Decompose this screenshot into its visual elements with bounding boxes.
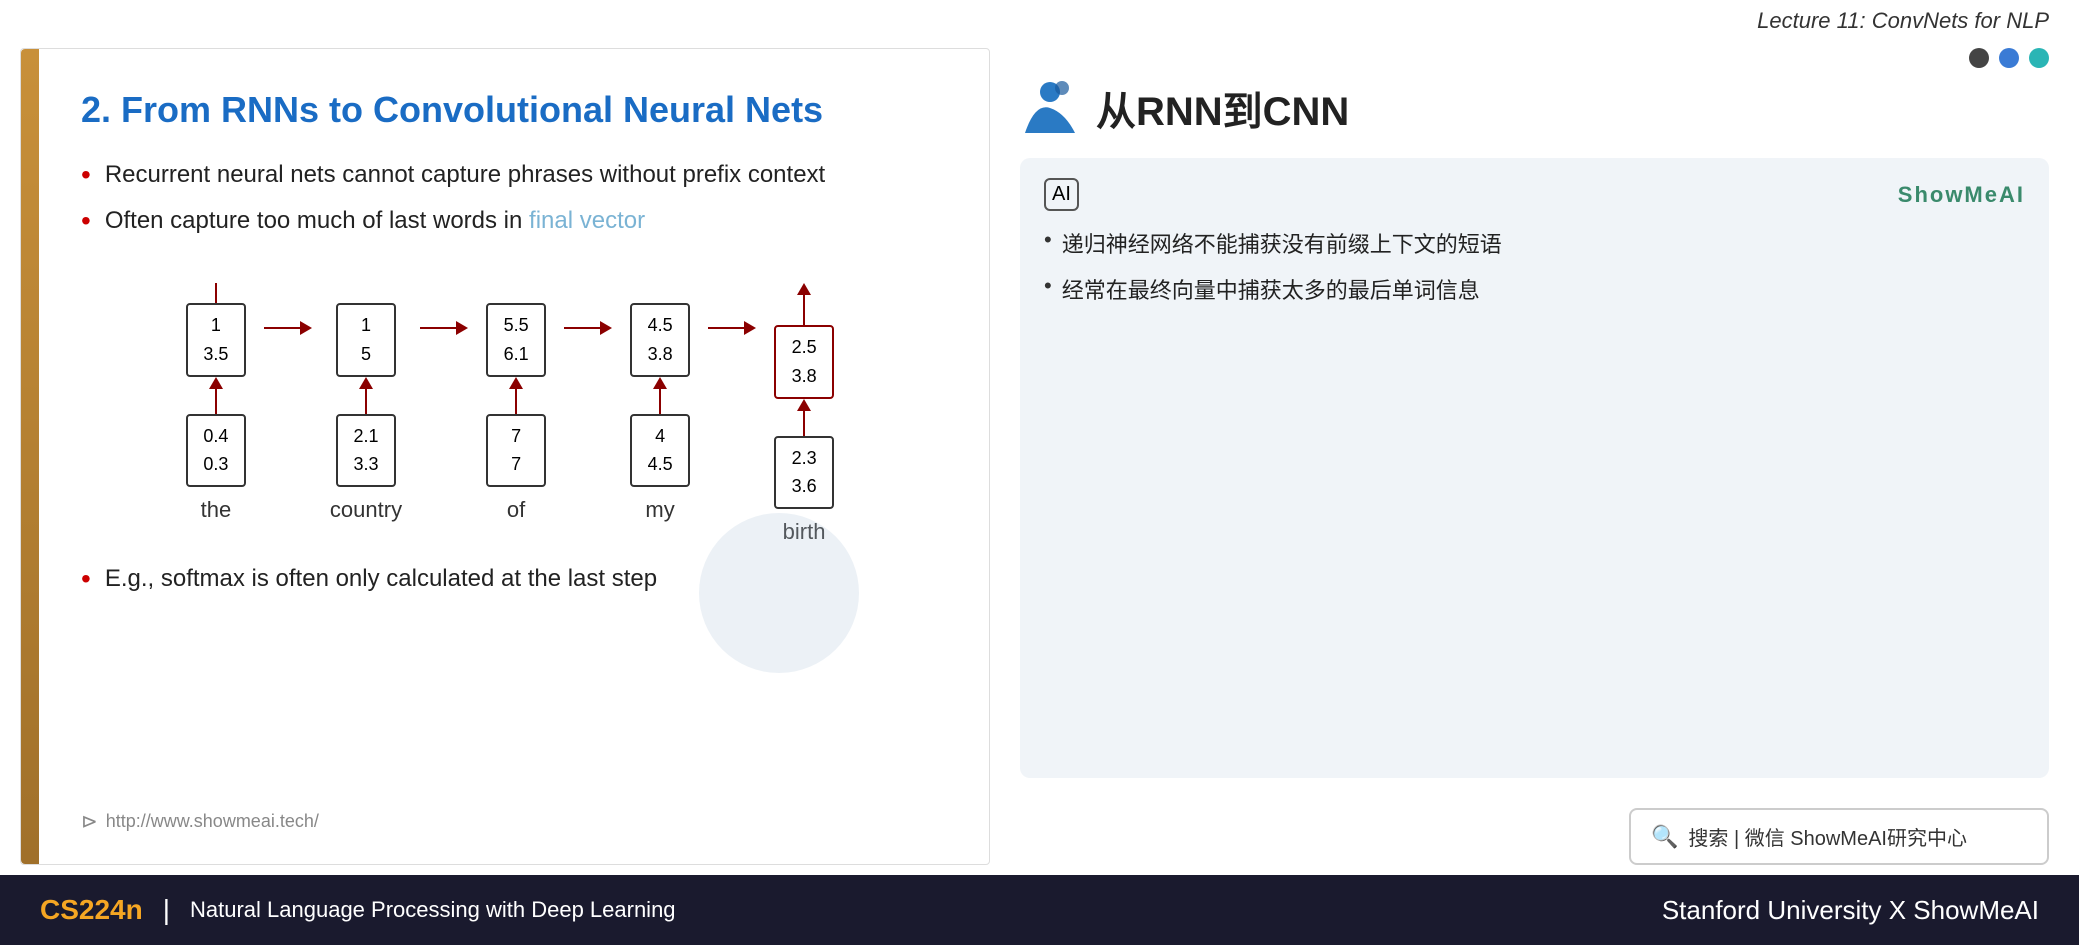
arrow-up-the-top (215, 283, 217, 303)
ai-icon: AI (1044, 178, 1079, 211)
search-bar: 🔍 搜索 | 微信 ShowMeAI研究中心 (1020, 808, 2049, 865)
h-arrow-4 (708, 321, 756, 335)
slide-title: 2. From RNNs to Convolutional Neural Net… (81, 89, 939, 131)
hidden-my: 4.53.8 (630, 303, 690, 377)
embed-the: 0.40.3 (186, 414, 246, 488)
bullet-item-1: Recurrent neural nets cannot capture phr… (81, 161, 939, 191)
slide-left-bar (21, 49, 39, 864)
hidden-the: 13.5 (186, 303, 246, 377)
showmeai-card: AI ShowMeAI 递归神经网络不能捕获没有前缀上下文的短语 经常在最终向量… (1020, 158, 2049, 778)
rnn-col-my: 4.53.8 44.5 my (630, 283, 690, 523)
main-content: 2. From RNNs to Convolutional Neural Net… (0, 38, 2079, 875)
dot-2 (1999, 48, 2019, 68)
footer-divider: | (163, 894, 170, 926)
card-header: AI ShowMeAI (1044, 178, 2025, 211)
dot-3 (2029, 48, 2049, 68)
footer-course: CS224n (40, 894, 143, 926)
hidden-of: 5.56.1 (486, 303, 546, 377)
arrow-birth-top (797, 283, 811, 325)
footer-left: CS224n | Natural Language Processing wit… (40, 894, 676, 926)
chinese-bullet-1: 递归神经网络不能捕获没有前缀上下文的短语 (1044, 227, 2025, 259)
footer-course-title: Natural Language Processing with Deep Le… (190, 897, 676, 923)
lecture-header: Lecture 11: ConvNets for NLP (0, 0, 2079, 38)
rnn-diagram: 13.5 0.40.3 the (81, 283, 939, 545)
dot-1 (1969, 48, 1989, 68)
cursor-icon: ⊳ (81, 809, 98, 834)
h-arrow-3 (564, 321, 612, 335)
footer: CS224n | Natural Language Processing wit… (0, 875, 2079, 945)
right-panel: 从RNN到CNN AI ShowMeAI 递归神经网络不能捕获没有前缀上下文的短… (1010, 38, 2079, 875)
showmeai-brand: ShowMeAI (1898, 182, 2025, 208)
final-vector-highlight: final vector (529, 207, 645, 234)
arrow-birth-up (797, 399, 811, 436)
hidden-country: 15 (336, 303, 396, 377)
word-of: of (507, 497, 525, 523)
arrow-the-up (209, 377, 223, 414)
bullet-2-text: Often capture too much of last words in … (105, 207, 645, 235)
arrow-country-up (359, 377, 373, 414)
slide-url: ⊳ http://www.showmeai.tech/ (81, 809, 939, 834)
arrow-my-up (653, 377, 667, 414)
bullet-item-3: E.g., softmax is often only calculated a… (81, 565, 939, 595)
rnn-col-of: 5.56.1 77 of (486, 283, 546, 523)
lecture-title: Lecture 11: ConvNets for NLP (1757, 8, 2049, 33)
rnn-col-country: 15 2.13.3 country (330, 283, 402, 523)
arrow-of-up (509, 377, 523, 414)
footer-right: Stanford University X ShowMeAI (1662, 895, 2039, 926)
search-input-box[interactable]: 🔍 搜索 | 微信 ShowMeAI研究中心 (1629, 808, 2049, 865)
bullet-3-text: E.g., softmax is often only calculated a… (105, 565, 657, 593)
embed-of: 77 (486, 414, 546, 488)
top-dots (1020, 48, 2049, 68)
bullet-list: Recurrent neural nets cannot capture phr… (81, 161, 939, 253)
word-birth: birth (783, 519, 826, 545)
word-my: my (645, 497, 674, 523)
slide-panel: 2. From RNNs to Convolutional Neural Net… (20, 48, 990, 865)
hidden-birth: 2.53.8 (774, 325, 834, 399)
h-arrow-1 (264, 321, 312, 335)
bullet-item-2: Often capture too much of last words in … (81, 207, 939, 237)
search-icon: 🔍 (1651, 824, 1678, 850)
chinese-bullet-2: 经常在最终向量中捕获太多的最后单词信息 (1044, 273, 2025, 305)
url-text: http://www.showmeai.tech/ (106, 811, 319, 832)
embed-my: 44.5 (630, 414, 690, 488)
chinese-title: 从RNN到CNN (1096, 79, 1349, 137)
rnn-col-the: 13.5 0.40.3 the (186, 283, 246, 523)
chinese-title-area: 从RNN到CNN (1020, 78, 2049, 138)
bullet-list-2: E.g., softmax is often only calculated a… (81, 565, 939, 611)
word-the: the (201, 497, 232, 523)
rnn-col-birth: 2.53.8 2.33.6 birth (774, 283, 834, 545)
bullet-1-text: Recurrent neural nets cannot capture phr… (105, 161, 825, 189)
search-text: 搜索 | 微信 ShowMeAI研究中心 (1688, 822, 1967, 851)
embed-country: 2.13.3 (336, 414, 396, 488)
embed-birth: 2.33.6 (774, 436, 834, 510)
h-arrow-2 (420, 321, 468, 335)
showmeai-logo (1020, 78, 1080, 138)
word-country: country (330, 497, 402, 523)
